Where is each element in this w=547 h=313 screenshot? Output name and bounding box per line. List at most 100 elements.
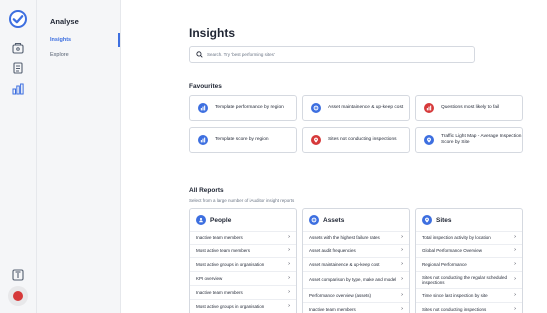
report-column-people: People Inactive team members › Most activ…: [189, 208, 297, 313]
chevron-right-icon: ›: [401, 305, 403, 312]
chevron-right-icon: ›: [401, 234, 403, 241]
favourite-card[interactable]: Asset maintainence & up-keep cost: [302, 95, 410, 121]
report-link-label: Asset audit frequencies: [309, 248, 356, 254]
chevron-right-icon: ›: [288, 288, 290, 295]
report-link[interactable]: Total inspection activity by location ›: [416, 231, 522, 244]
report-link[interactable]: Asset comparison by type, make and model…: [303, 271, 409, 288]
report-link-label: Sites not conducting inspections: [422, 306, 487, 312]
favourites-heading: Favourites: [189, 83, 222, 90]
report-link-label: Most active team members: [196, 248, 251, 254]
main-content: Insights Favourites Template performance…: [121, 0, 547, 313]
report-column-title: Assets: [323, 216, 345, 224]
report-link[interactable]: Asset audit frequencies ›: [303, 244, 409, 257]
report-link-label: Performance overview (assets): [309, 292, 372, 298]
favourite-label: Traffic Light Map - Average Inspection S…: [441, 134, 522, 145]
favourite-card[interactable]: Sites not conducting inspections: [302, 127, 410, 153]
report-link-label: Most active groups in organisation: [196, 261, 265, 267]
search-box[interactable]: [189, 46, 475, 63]
report-link[interactable]: Inactive team members ›: [303, 302, 409, 313]
help-icon[interactable]: [8, 265, 28, 285]
report-column-header: Sites: [416, 209, 522, 231]
favourite-label: Asset maintainence & up-keep cost: [328, 105, 404, 110]
report-link-label: Inactive team members: [196, 289, 243, 295]
all-reports-heading: All Reports: [189, 187, 224, 194]
report-column-title: People: [210, 216, 232, 224]
favourite-label: Template score by region: [215, 137, 269, 142]
location-pin-icon: [311, 135, 321, 145]
app-logo-icon[interactable]: [8, 9, 28, 29]
favourite-card[interactable]: Questions most likely to fail: [415, 95, 523, 121]
bar-chart-icon: [424, 103, 434, 113]
chevron-right-icon: ›: [288, 234, 290, 241]
favourites-grid: Template performance by region Asset mai…: [189, 95, 523, 155]
chevron-right-icon: ›: [514, 260, 516, 267]
chevron-right-icon: ›: [401, 276, 403, 283]
report-link[interactable]: Assets with the highest failure rates ›: [303, 231, 409, 244]
report-link[interactable]: Performance overview (assets) ›: [303, 288, 409, 302]
report-link[interactable]: Sites not conducting inspections ›: [416, 302, 522, 313]
report-link[interactable]: Inactive team members ›: [190, 231, 296, 244]
bar-chart-icon: [198, 135, 208, 145]
search-input[interactable]: [207, 52, 467, 57]
chevron-right-icon: ›: [288, 247, 290, 254]
report-link[interactable]: KPI overview ›: [190, 271, 296, 285]
location-pin-icon: [422, 215, 432, 225]
chevron-right-icon: ›: [401, 247, 403, 254]
chevron-right-icon: ›: [288, 302, 290, 309]
report-link-label: Asset comparison by type, make and model: [309, 277, 397, 283]
asset-icon: [311, 103, 321, 113]
asset-icon: [309, 215, 319, 225]
report-link-label: KPI overview: [196, 275, 223, 281]
report-link-label: Time since last inspection by site: [422, 292, 488, 298]
favourite-card[interactable]: Traffic Light Map - Average Inspection S…: [415, 127, 523, 153]
report-link-label: Most active groups in organisation: [196, 303, 265, 309]
report-link-label: Global Performance Overview: [422, 248, 483, 254]
sub-navigation: Analyse Insights Explore: [37, 0, 121, 313]
report-link[interactable]: Most active groups in organisation ›: [190, 299, 296, 313]
all-reports-subtitle: Select from a large number of iAuditor i…: [189, 198, 295, 203]
chevron-right-icon: ›: [401, 260, 403, 267]
report-link[interactable]: Asset maintainence & up-keep cost ›: [303, 257, 409, 271]
favourite-label: Template performance by region: [215, 105, 284, 110]
favourite-label: Questions most likely to fail: [441, 105, 500, 110]
favourite-card[interactable]: Template score by region: [189, 127, 297, 153]
report-column-sites: Sites Total inspection activity by locat…: [415, 208, 523, 313]
report-link[interactable]: Inactive team members ›: [190, 285, 296, 299]
report-link-label: Assets with the highest failure rates: [309, 235, 380, 241]
report-column-title: Sites: [436, 216, 452, 224]
active-indicator: [118, 33, 120, 47]
report-column-header: Assets: [303, 209, 409, 231]
analytics-icon[interactable]: [8, 79, 28, 99]
chevron-right-icon: ›: [514, 234, 516, 241]
page-title: Insights: [189, 26, 236, 40]
bar-chart-icon: [198, 103, 208, 113]
report-link[interactable]: Global Performance Overview ›: [416, 244, 522, 257]
report-link[interactable]: Most active groups in organisation ›: [190, 257, 296, 271]
inspections-icon[interactable]: [8, 58, 28, 78]
report-link-label: Total inspection activity by location: [422, 235, 491, 241]
person-icon: [196, 215, 206, 225]
report-link-label: Sites not conducting the regular schedul…: [422, 274, 508, 286]
schedule-icon[interactable]: [8, 38, 28, 58]
chevron-right-icon: ›: [514, 305, 516, 312]
avatar[interactable]: [8, 286, 28, 306]
subnav-item-insights[interactable]: Insights: [50, 37, 71, 43]
favourite-card[interactable]: Template performance by region: [189, 95, 297, 121]
report-link-label: Inactive team members: [309, 306, 356, 312]
report-link-label: Inactive team members: [196, 235, 243, 241]
report-link-label: Asset maintainence & up-keep cost: [309, 261, 380, 267]
report-column-header: People: [190, 209, 296, 231]
report-link[interactable]: Sites not conducting the regular schedul…: [416, 271, 522, 288]
chevron-right-icon: ›: [288, 260, 290, 267]
subnav-item-explore[interactable]: Explore: [50, 52, 69, 58]
report-link[interactable]: Most active team members ›: [190, 244, 296, 257]
app-rail: [0, 0, 37, 313]
report-link[interactable]: Time since last inspection by site ›: [416, 288, 522, 302]
chevron-right-icon: ›: [514, 291, 516, 298]
chevron-right-icon: ›: [514, 276, 516, 283]
report-link[interactable]: Regional Performance ›: [416, 257, 522, 271]
subnav-title: Analyse: [50, 17, 79, 26]
favourite-label: Sites not conducting inspections: [328, 137, 397, 142]
location-pin-icon: [424, 135, 434, 145]
report-link-label: Regional Performance: [422, 261, 467, 267]
